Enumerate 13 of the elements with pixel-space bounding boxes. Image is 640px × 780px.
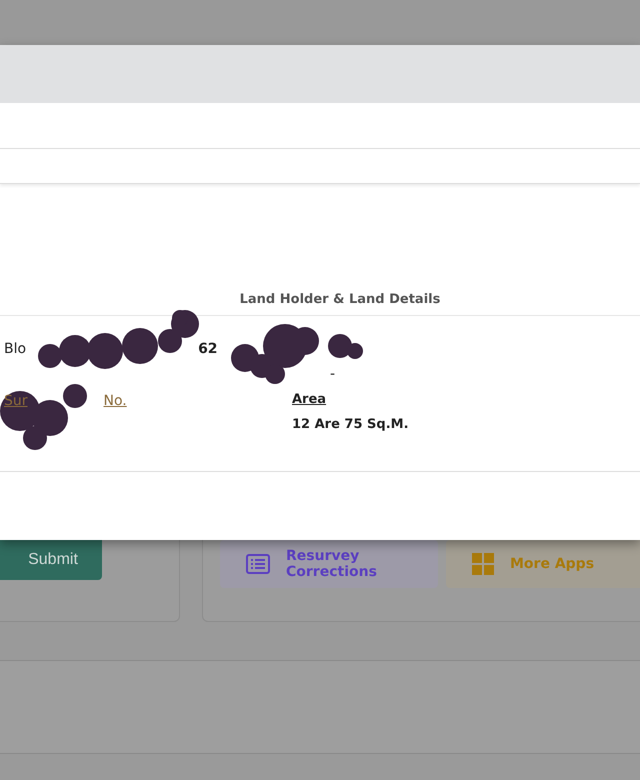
survey-link[interactable]: No. xyxy=(104,393,127,409)
app-label: Resurvey Corrections xyxy=(286,548,378,580)
area-value: 12 Are 75 Sq.M. xyxy=(292,417,409,432)
submit-button[interactable]: Submit xyxy=(0,540,102,580)
detail-text: - xyxy=(330,366,336,382)
detail-text: Blo xyxy=(4,341,26,357)
app-tile[interactable]: More Apps xyxy=(446,540,640,588)
detail-text: 62 xyxy=(198,341,218,357)
grid-icon xyxy=(472,553,494,575)
app-label: More Apps xyxy=(510,556,594,572)
app-tile[interactable]: Resurvey Corrections xyxy=(220,540,438,588)
list-icon xyxy=(246,554,270,574)
area-label: Area xyxy=(292,392,326,407)
